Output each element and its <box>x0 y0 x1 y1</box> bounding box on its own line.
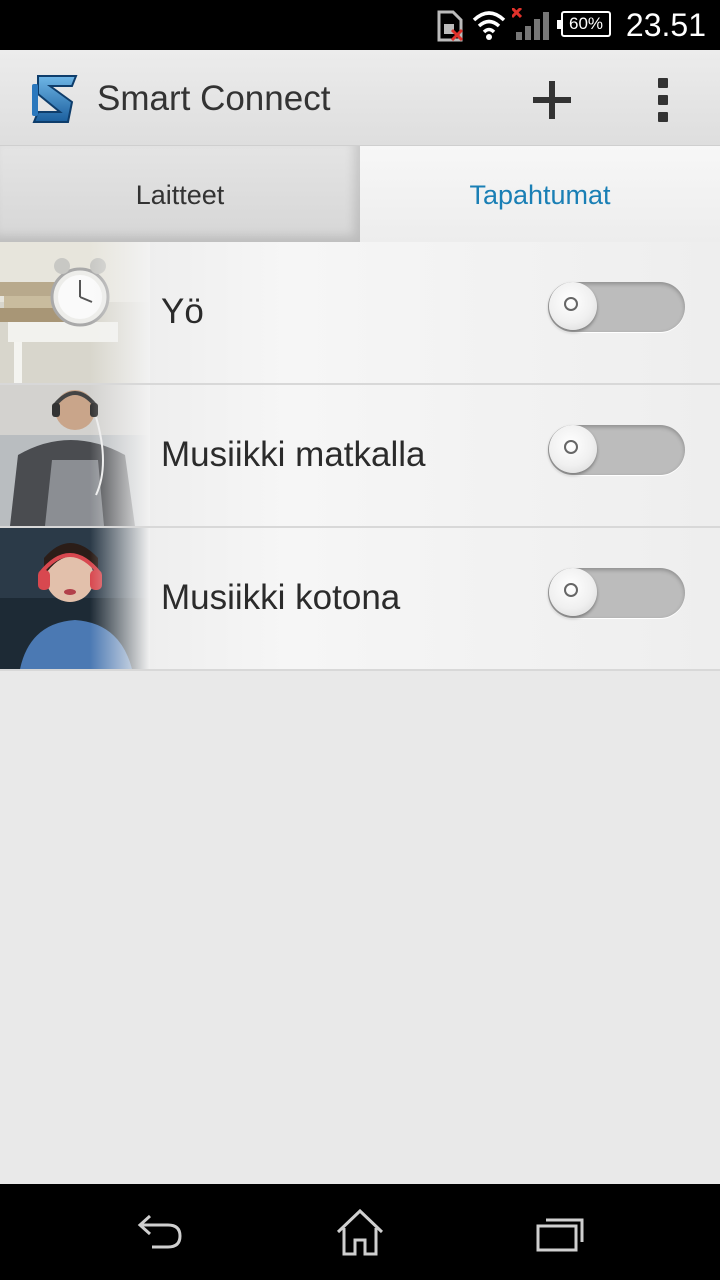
battery-icon: 60% <box>557 11 611 37</box>
event-label: Musiikki matkalla <box>161 435 426 474</box>
status-bar: 60% 23.51 <box>0 0 720 50</box>
wifi-icon <box>472 11 506 40</box>
toggle-knob <box>549 425 597 473</box>
tab-tapahtumat[interactable]: Tapahtumat <box>360 146 720 242</box>
home-icon[interactable] <box>330 1206 390 1258</box>
app-title: Smart Connect <box>97 79 331 118</box>
signal-no-service-icon <box>512 8 549 40</box>
sim-missing-icon <box>437 10 464 42</box>
screen: 60% 23.51 Smart Connect Laitteet Tapahtu… <box>0 0 720 1280</box>
overflow-menu-button[interactable] <box>640 72 686 128</box>
alarm-clock-thumbnail <box>0 242 150 383</box>
woman-headphones-thumbnail <box>0 528 150 669</box>
event-label: Musiikki kotona <box>161 578 401 617</box>
recent-apps-icon[interactable] <box>530 1206 590 1258</box>
smart-connect-logo-icon <box>32 75 78 123</box>
event-toggle[interactable] <box>548 568 685 618</box>
tab-laitteet[interactable]: Laitteet <box>0 146 360 242</box>
list-item[interactable]: Musiikki kotona <box>0 528 720 671</box>
back-icon[interactable] <box>130 1206 190 1258</box>
list-item[interactable]: Yö <box>0 242 720 385</box>
event-toggle[interactable] <box>548 425 685 475</box>
add-button[interactable] <box>524 72 580 128</box>
action-bar: Smart Connect <box>0 50 720 146</box>
list-item[interactable]: Musiikki matkalla <box>0 385 720 528</box>
event-label: Yö <box>161 292 204 331</box>
man-headphones-thumbnail <box>0 385 150 526</box>
event-list: Yö Musiikki matkalla Musiikki kotona <box>0 242 720 671</box>
toggle-knob <box>549 282 597 330</box>
tab-bar: Laitteet Tapahtumat <box>0 146 720 242</box>
toggle-knob <box>549 568 597 616</box>
navigation-bar <box>0 1184 720 1280</box>
event-toggle[interactable] <box>548 282 685 332</box>
status-time: 23.51 <box>625 7 706 43</box>
